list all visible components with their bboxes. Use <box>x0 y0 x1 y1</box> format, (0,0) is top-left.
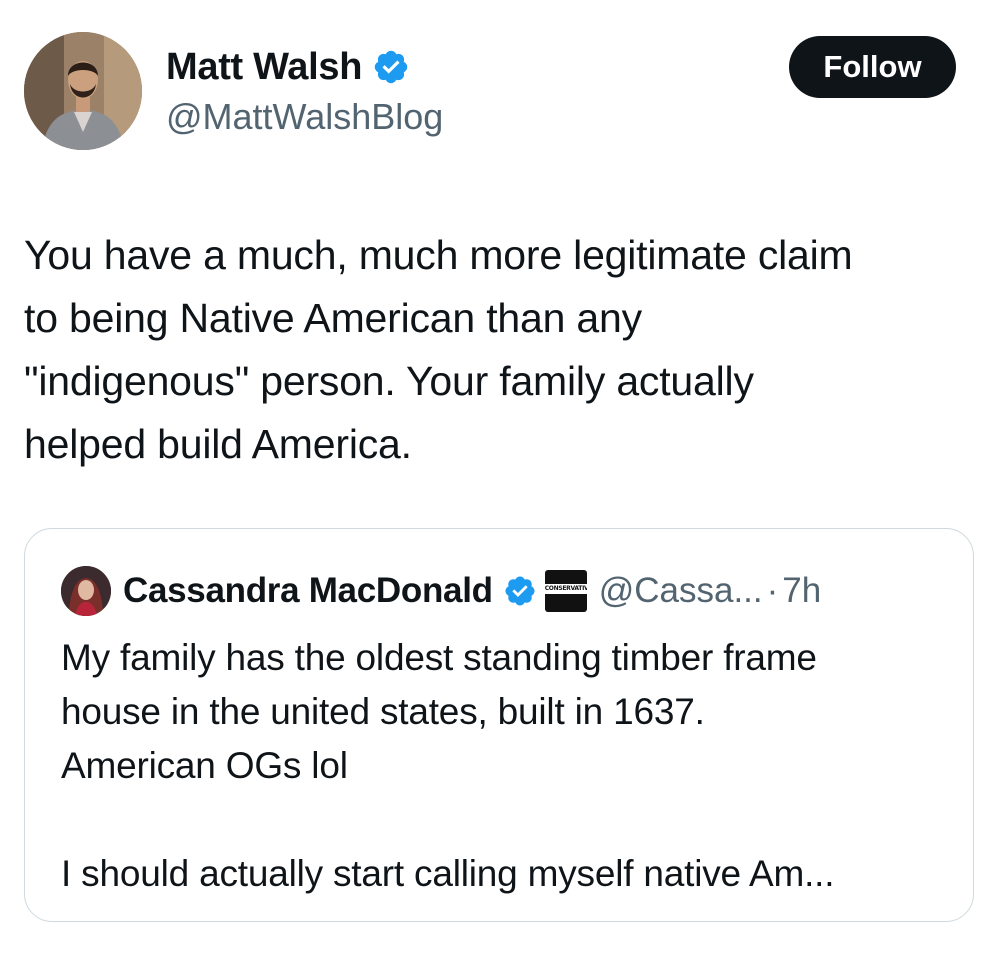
quoted-tweet-timestamp[interactable]: 7h <box>782 571 821 611</box>
verified-badge-icon[interactable] <box>503 574 537 608</box>
affiliate-badge-icon[interactable]: CONSERVATIVE <box>544 570 587 612</box>
author-avatar[interactable] <box>24 32 142 150</box>
verified-badge-icon[interactable] <box>372 48 410 86</box>
affiliate-badge-label: CONSERVATIVE <box>544 584 587 594</box>
quoted-author-avatar[interactable] <box>61 566 111 616</box>
quoted-author-handle[interactable]: @Cassa... <box>599 571 763 611</box>
author-name[interactable]: Matt Walsh <box>166 46 362 89</box>
quoted-tweet-text: My family has the oldest standing timber… <box>61 637 835 894</box>
author-handle[interactable]: @MattWalshBlog <box>166 96 443 138</box>
profile-photo-icon <box>61 566 111 616</box>
quoted-tweet-card[interactable]: Cassandra MacDonald CONSERVATIVE @Cassa.… <box>24 528 974 922</box>
profile-photo-icon <box>24 32 142 150</box>
tweet-text: You have a much, much more legitimate cl… <box>24 232 853 467</box>
quoted-author-name[interactable]: Cassandra MacDonald <box>123 571 493 611</box>
quoted-tweet-header: Cassandra MacDonald CONSERVATIVE @Cassa.… <box>61 565 821 617</box>
separator-dot: · <box>766 571 779 610</box>
follow-button[interactable]: Follow <box>789 36 956 98</box>
author-name-row: Matt Walsh <box>166 44 410 90</box>
